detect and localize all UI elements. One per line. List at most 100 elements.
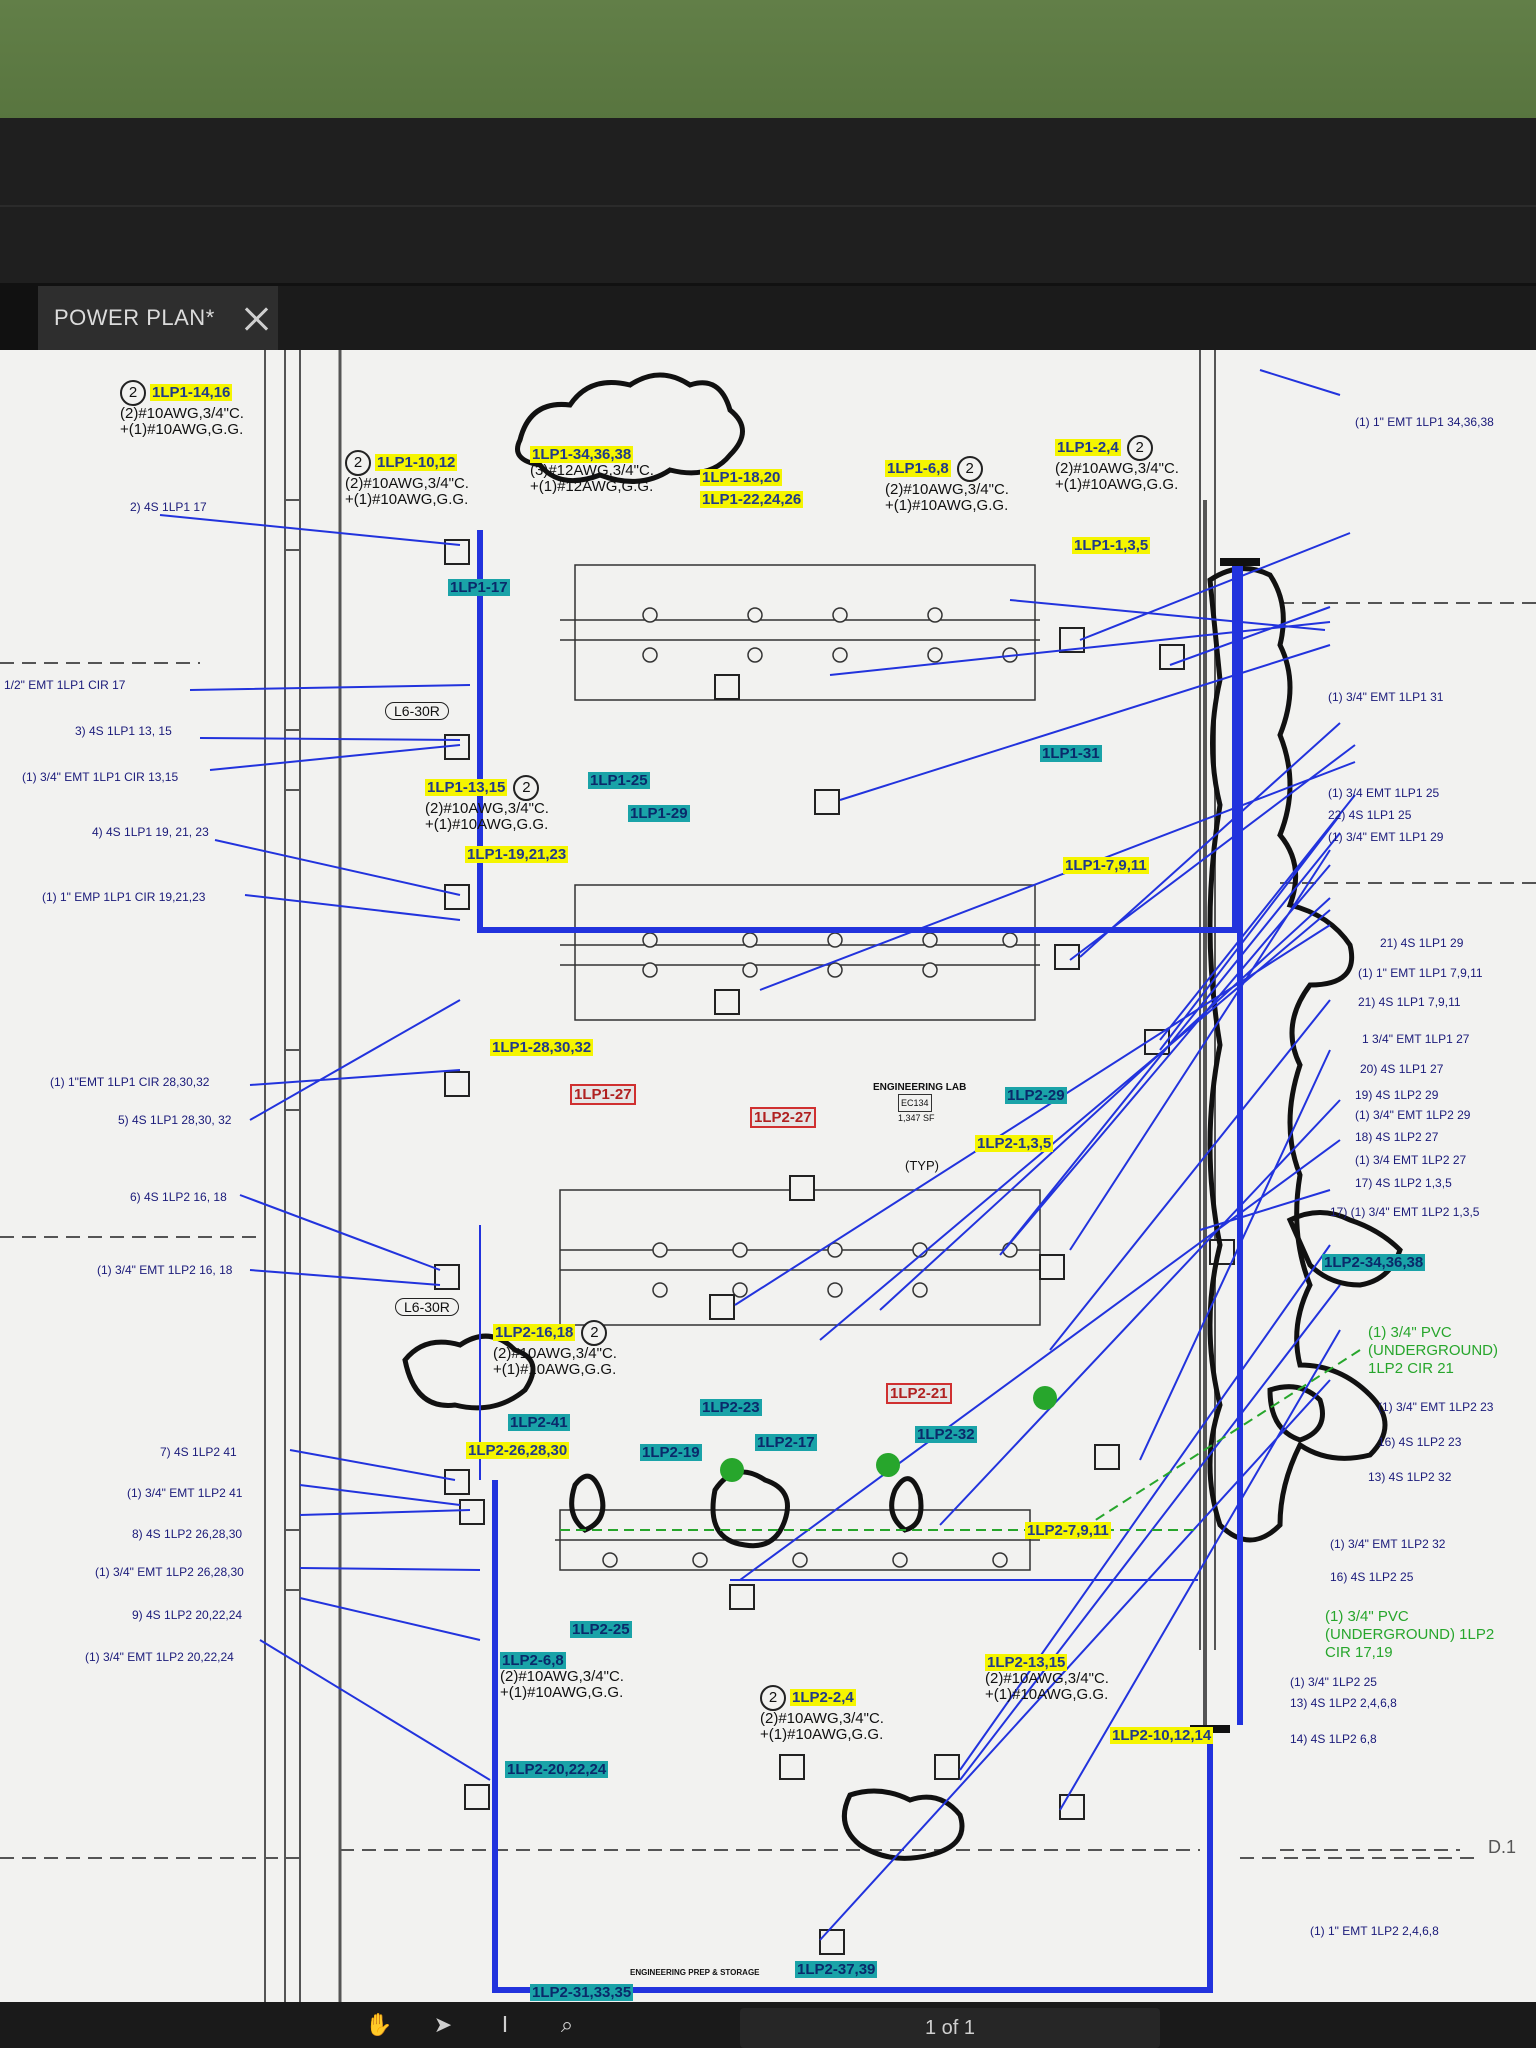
note-left-8: 5) 4S 1LP1 28,30, 32 (118, 1113, 232, 1127)
zoom-icon[interactable]: ⌕ (552, 2010, 582, 2040)
select-cursor-icon[interactable]: ➤ (428, 2010, 458, 2040)
note-right-25: (1) 1" EMT 1LP2 2,4,6,8 (1310, 1924, 1439, 1938)
wire-note: (2)#10AWG,3/4"C. (1055, 460, 1179, 477)
circuit-tag[interactable]: 1LP1-25 (588, 772, 650, 789)
circuit-tag[interactable]: 1LP1-34,36,38 (530, 446, 634, 463)
circuit-tag[interactable]: 1LP2-25 (570, 1621, 632, 1638)
note-left-10: (1) 3/4" EMT 1LP2 16, 18 (97, 1263, 233, 1277)
tab-power-plan[interactable]: POWER PLAN* (38, 286, 278, 350)
circuit-tag[interactable]: 1LP1-6,8 (885, 460, 951, 477)
note-underground-2: (1) 3/4" PVC (UNDERGROUND) 1LP2 CIR 17,1… (1325, 1608, 1495, 1661)
circuit-tag[interactable]: 1LP1-17 (448, 579, 510, 596)
circuit-tag[interactable]: 1LP2-13,15 (985, 1654, 1068, 1671)
note-right-17: (1) 3/4" EMT 1LP2 23 (1378, 1400, 1494, 1414)
circuit-tag-group: 1LP2-13,15 (2)#10AWG,3/4"C. +(1)#10AWG,G… (985, 1654, 1109, 1703)
page-indicator[interactable]: 1 of 1 (740, 2008, 1160, 2048)
wire-note: (2)#10AWG,3/4"C. (985, 1670, 1109, 1687)
circuit-tag-group: 1LP2-6,8 (2)#10AWG,3/4"C. +(1)#10AWG,G.G… (500, 1652, 624, 1701)
wire-note: (2)#10AWG,3/4"C. (500, 1668, 624, 1685)
note-right-6: 21) 4S 1LP1 29 (1380, 936, 1464, 950)
circuit-tag-group: 1LP1-2,4 2 (2)#10AWG,3/4"C. +(1)#10AWG,G.… (1055, 435, 1179, 493)
hand-pan-icon[interactable]: ✋ (364, 2010, 394, 2040)
note-left-12: (1) 3/4" EMT 1LP2 41 (127, 1486, 243, 1500)
circuit-tag[interactable]: 1LP2-1,3,5 (975, 1135, 1054, 1152)
circuit-tag[interactable]: 1LP1-13,15 (425, 779, 508, 796)
wire-note: +(1)#10AWG,G.G. (345, 491, 469, 508)
circuit-tag[interactable]: 1LP2-16,18 (493, 1324, 576, 1341)
text-tool-icon[interactable]: Ⅰ (490, 2010, 520, 2040)
circuit-tag[interactable]: 1LP2-26,28,30 (466, 1442, 570, 1459)
circuit-tag[interactable]: 1LP2-10,12,14 (1110, 1727, 1214, 1744)
circuit-tag[interactable]: 1LP1-27 (570, 1084, 636, 1105)
floor-plan-drawing (0, 350, 1536, 2002)
note-left-15: 9) 4S 1LP2 20,22,24 (132, 1608, 243, 1622)
circuit-tag[interactable]: 1LP2-37,39 (795, 1961, 878, 1978)
note-left-6: (1) 1" EMP 1LP1 CIR 19,21,23 (42, 890, 206, 904)
wire-note: +(1)#10AWG,G.G. (500, 1684, 624, 1701)
wire-note: +(1)#12AWG,G.G. (530, 478, 654, 495)
storage-room-name: ENGINEERING PREP & STORAGE (630, 1968, 760, 1977)
wire-note: +(1)#10AWG,G.G. (985, 1686, 1109, 1703)
circuit-tag[interactable]: 1LP2-2,4 (790, 1689, 856, 1706)
circuit-tag[interactable]: 1LP1-29 (628, 805, 690, 822)
note-right-8: 21) 4S 1LP1 7,9,11 (1358, 995, 1461, 1009)
circuit-tag-group: 2 1LP1-14,16 (2)#10AWG,3/4"C. +(1)#10AWG,… (120, 380, 244, 438)
note-left-13: 8) 4S 1LP2 26,28,30 (132, 1527, 243, 1541)
note-right-21: 16) 4S 1LP2 25 (1330, 1570, 1414, 1584)
circuit-tag[interactable]: 1LP1-2,4 (1055, 439, 1121, 456)
note-right-24: 14) 4S 1LP2 6,8 (1290, 1732, 1377, 1746)
typical-label: (TYP) (905, 1158, 939, 1173)
callout-circle: 2 (513, 775, 540, 801)
circuit-tag[interactable]: 1LP2-6,8 (500, 1652, 566, 1669)
note-right-2: (1) 3/4" EMT 1LP1 31 (1328, 690, 1444, 704)
circuit-tag[interactable]: 1LP1-28,30,32 (490, 1039, 594, 1056)
note-right-16: 17) (1) 3/4" EMT 1LP2 1,3,5 (1330, 1205, 1480, 1219)
circuit-tag[interactable]: 1LP1-7,9,11 (1063, 857, 1149, 874)
circuit-tag[interactable]: 1LP2-32 (915, 1426, 977, 1443)
note-left-14: (1) 3/4" EMT 1LP2 26,28,30 (95, 1565, 244, 1579)
circuit-tag[interactable]: 1LP2-27 (750, 1107, 816, 1128)
note-right-12: (1) 3/4" EMT 1LP2 29 (1355, 1108, 1471, 1122)
note-right-19: 13) 4S 1LP2 32 (1368, 1470, 1452, 1484)
circuit-tag[interactable]: 1LP2-7,9,11 (1025, 1522, 1111, 1539)
circuit-tag[interactable]: 1LP2-34,36,38 (1322, 1254, 1426, 1271)
circuit-tag[interactable]: 1LP2-41 (508, 1414, 570, 1431)
note-right-10: 20) 4S 1LP1 27 (1360, 1062, 1444, 1076)
note-left-5: 4) 4S 1LP1 19, 21, 23 (92, 825, 209, 839)
circuit-tag[interactable]: 1LP2-19 (640, 1444, 702, 1461)
circuit-tag[interactable]: 1LP2-31,33,35 (530, 1984, 634, 2001)
note-left-16: (1) 3/4" EMT 1LP2 20,22,24 (85, 1650, 234, 1664)
circuit-tag[interactable]: 1LP2-23 (700, 1399, 762, 1416)
circuit-tag[interactable]: 1LP2-29 (1005, 1087, 1067, 1104)
callout-circle: 2 (345, 450, 371, 476)
note-left-4: (1) 3/4" EMT 1LP1 CIR 13,15 (22, 770, 179, 784)
note-right-22: (1) 3/4" 1LP2 25 (1290, 1675, 1377, 1689)
circuit-tag[interactable]: 1LP1-19,21,23 (465, 846, 569, 863)
circuit-tag[interactable]: 1LP2-20,22,24 (505, 1761, 609, 1778)
drawing-canvas[interactable]: 2) 4S 1LP1 17 1/2" EMT 1LP1 CIR 17 3) 4S… (0, 350, 1536, 2002)
circuit-tag[interactable]: 1LP2-21 (886, 1383, 952, 1404)
circuit-tag-group: 2 1LP2-2,4 (2)#10AWG,3/4"C. +(1)#10AWG,G.… (760, 1685, 884, 1743)
callout-circle: 2 (760, 1685, 786, 1711)
receptacle-label: L6-30R (395, 1298, 459, 1316)
note-left-1: 2) 4S 1LP1 17 (130, 500, 207, 514)
circuit-tag-group: 1LP1-34,36,38 (3)#12AWG,3/4"C. +(1)#12AW… (530, 446, 654, 495)
circuit-tag[interactable]: 1LP1-10,12 (375, 454, 458, 471)
circuit-tag[interactable]: 1LP1-22,24,26 (700, 491, 804, 508)
receptacle-label: L6-30R (385, 702, 449, 720)
note-right-18: 16) 4S 1LP2 23 (1378, 1435, 1462, 1449)
close-icon[interactable] (243, 305, 269, 331)
circuit-tag[interactable]: 1LP1-18,20 (700, 469, 783, 486)
circuit-tag[interactable]: 1LP1-1,3,5 (1072, 537, 1151, 554)
circuit-tag[interactable]: 1LP1-14,16 (150, 384, 233, 401)
toolbar-divider (0, 205, 1536, 207)
wire-note: (2)#10AWG,3/4"C. (493, 1345, 617, 1362)
wire-note: +(1)#10AWG,G.G. (760, 1726, 884, 1743)
wire-note: (2)#10AWG,3/4"C. (425, 800, 549, 817)
note-right-15: 17) 4S 1LP2 1,3,5 (1355, 1176, 1452, 1190)
wire-note: (3)#12AWG,3/4"C. (530, 462, 654, 479)
circuit-tag[interactable]: 1LP2-17 (755, 1434, 817, 1451)
wire-note: (2)#10AWG,3/4"C. (760, 1710, 884, 1727)
circuit-tag[interactable]: 1LP1-31 (1040, 745, 1102, 762)
circuit-tag-group: 1LP2-16,18 2 (2)#10AWG,3/4"C. +(1)#10AWG,… (493, 1320, 617, 1378)
